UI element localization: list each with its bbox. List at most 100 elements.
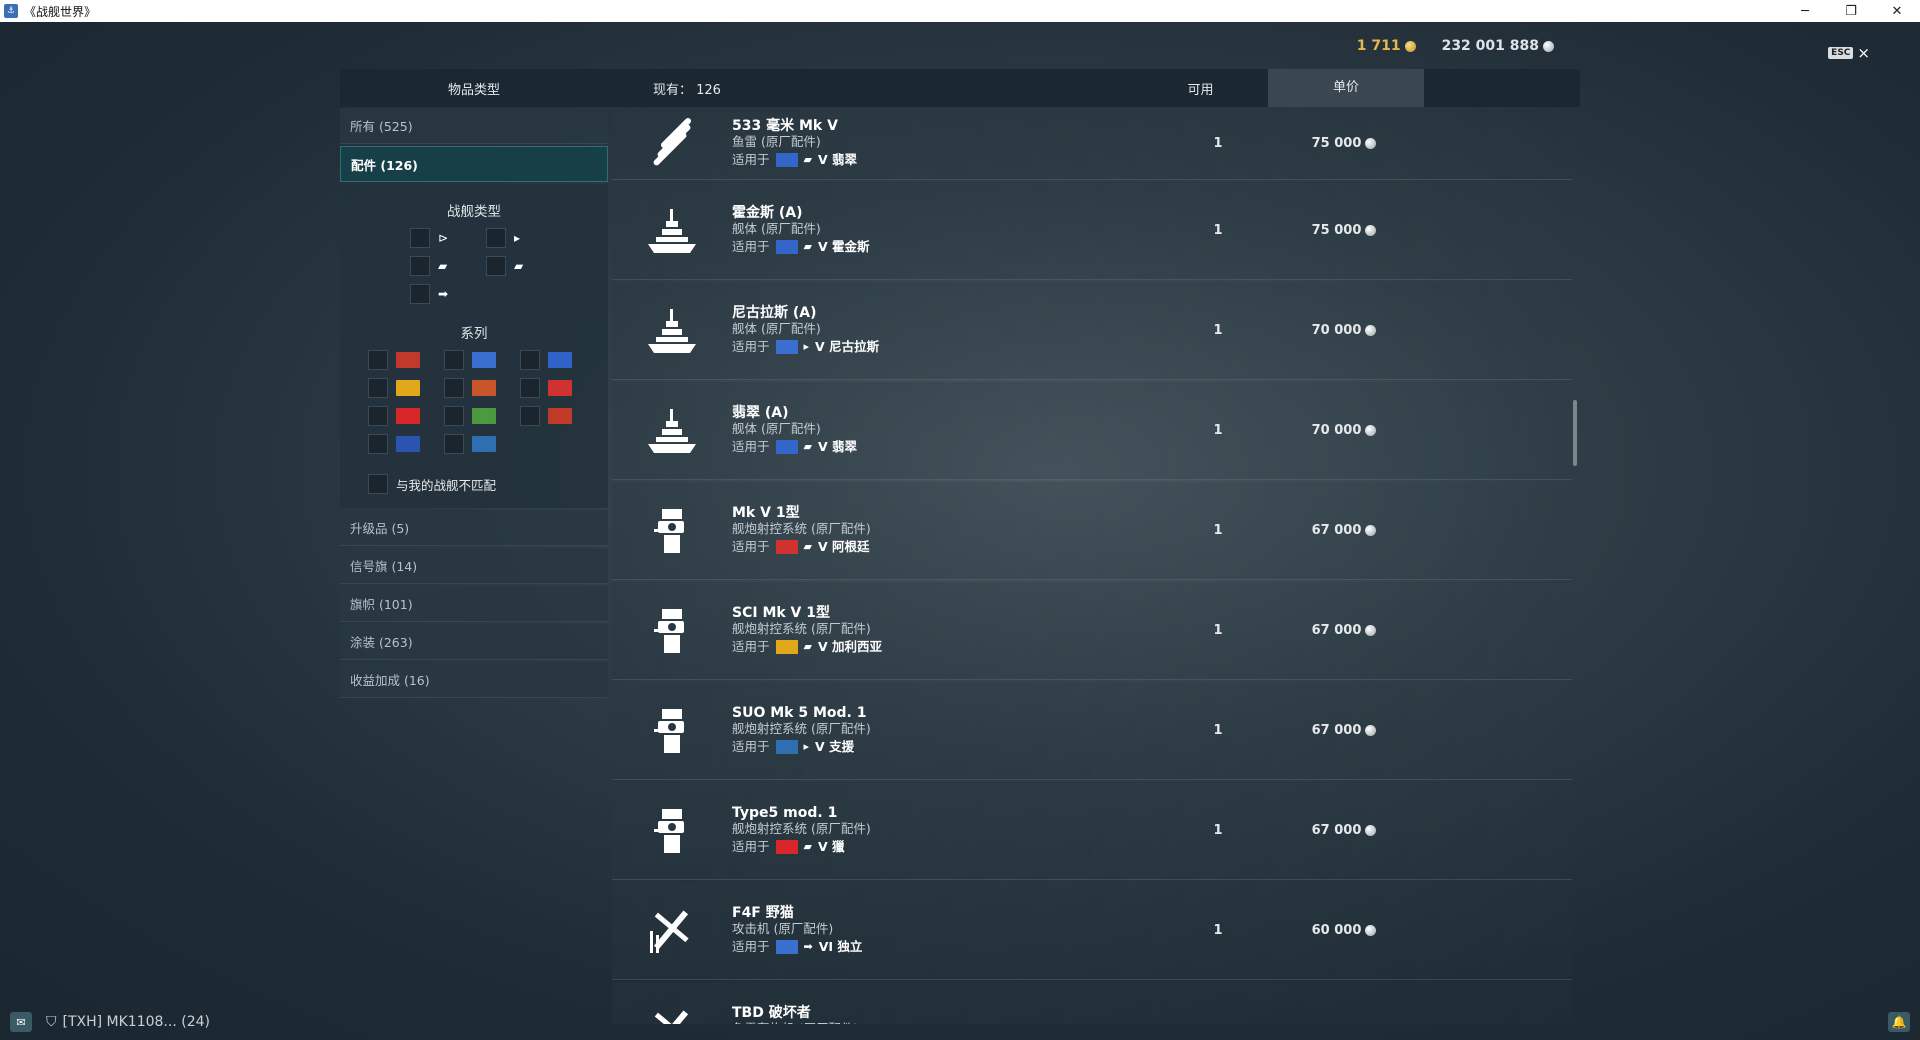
ship-class-icon: ➡ [803,939,813,953]
nation-flag-icon [775,939,798,954]
checkbox[interactable] [444,406,464,426]
item-row[interactable]: SCI Mk V 1型 舰炮射控系统 (原厂配件) 适用于 ▰ V 加利西亚 1… [612,582,1572,680]
item-row[interactable]: Type5 mod. 1 舰炮射控系统 (原厂配件) 适用于 ▰ V 獵 1 6… [612,782,1572,880]
item-category: 舰体 (原厂配件) [732,220,821,236]
category-all[interactable]: 所有 (525) [340,108,608,144]
mismatch-filter[interactable]: 与我的战舰不匹配 [368,474,608,494]
nation-flag-icon [396,352,420,368]
item-row[interactable]: Mk V 1型 舰炮射控系统 (原厂配件) 适用于 ▰ V 阿根廷 1 67 0… [612,482,1572,580]
checkbox[interactable] [444,434,464,454]
filter-carrier[interactable]: ➡ [410,284,486,304]
checkbox[interactable] [368,406,388,426]
checkbox[interactable] [486,256,506,276]
clan-info[interactable]: ⛉ [TXH] MK1108... (24) [46,1014,210,1030]
notification-bell-icon[interactable]: 🔔 [1888,1012,1910,1032]
category-signals[interactable]: 信号旗 (14) [340,548,608,584]
item-price: 70 000 [1244,423,1444,438]
category-upgrades[interactable]: 升级品 (5) [340,510,608,546]
item-info: F4F 野猫 攻击机 (原厂配件) 适用于 ➡ VI 独立 [732,905,1192,957]
nation-filter[interactable] [368,434,444,454]
chat-icon[interactable]: ✉ [10,1012,32,1032]
nation-filter[interactable] [444,406,520,426]
nation-filter[interactable] [368,378,444,398]
nation-filter[interactable] [368,350,444,370]
checkbox[interactable] [520,378,540,398]
item-category: 攻击机 (原厂配件) [732,920,834,936]
item-available: 1 [1213,136,1223,151]
header-unit-price[interactable]: 单价 [1268,69,1424,107]
item-price: 67 000 [1244,823,1444,838]
applies-label: 适用于 [732,938,770,954]
item-row[interactable]: SUO Mk 5 Mod. 1 舰炮射控系统 (原厂配件) 适用于 ▸ V 支援… [612,682,1572,780]
category-camouflage[interactable]: 涂装 (263) [340,624,608,660]
close-icon[interactable]: × [1857,44,1870,62]
nation-filter[interactable] [444,378,520,398]
item-name: SUO Mk 5 Mod. 1 [732,704,867,721]
item-applies: 适用于 ▰ V 加利西亚 [732,637,1192,657]
nation-filter[interactable] [520,378,596,398]
checkbox[interactable] [368,434,388,454]
item-name: 翡翠 (A) [732,404,789,421]
item-applies: 适用于 ▸ V 支援 [732,737,1192,757]
nation-filter[interactable] [520,406,596,426]
nation-filter[interactable] [444,434,520,454]
header-available[interactable]: 可用 [1028,79,1268,98]
item-row[interactable]: 533 毫米 Mk V 鱼雷 (原厂配件) 适用于 ▰ V 翡翠 1 75 00… [612,108,1572,180]
nation-flag-icon [775,739,798,754]
item-row[interactable]: 尼古拉斯 (A) 舰体 (原厂配件) 适用于 ▸ V 尼古拉斯 1 70 000 [612,282,1572,380]
checkbox[interactable] [486,228,506,248]
item-row[interactable]: 霍金斯 (A) 舰体 (原厂配件) 适用于 ▰ V 霍金斯 1 75 000 [612,182,1572,280]
clan-label: [TXH] MK1108... (24) [62,1014,210,1030]
category-flags[interactable]: 旗帜 (101) [340,586,608,622]
doubloon-icon [1404,40,1416,52]
item-name: TBD 破坏者 [732,1004,811,1021]
battleship-icon: ▰ [438,259,448,273]
item-name: 霍金斯 (A) [732,204,803,221]
aircraft-icon [612,903,732,959]
category-modules[interactable]: 配件 (126) [340,146,608,182]
minimize-button[interactable]: ─ [1782,0,1828,22]
item-row[interactable]: F4F 野猫 攻击机 (原厂配件) 适用于 ➡ VI 独立 1 60 000 [612,882,1572,980]
price-value: 75 000 [1311,223,1362,238]
credit-icon [1365,725,1377,736]
checkbox[interactable] [368,378,388,398]
esc-close[interactable]: ESC × [1828,44,1870,62]
checkbox[interactable] [520,406,540,426]
mismatch-checkbox[interactable] [368,474,388,494]
item-name: Mk V 1型 [732,504,800,521]
filter-battleship[interactable]: ▰ [410,256,486,276]
checkbox[interactable] [444,378,464,398]
item-applies: 适用于 ➡ VI 独立 [732,937,1192,957]
mismatch-label: 与我的战舰不匹配 [396,477,497,493]
filter-cruiser[interactable]: ▸ [486,228,562,248]
ship-class-icon: ▰ [803,439,812,453]
nation-filter[interactable] [444,350,520,370]
credit-icon [1365,825,1377,836]
applies-label: 适用于 [732,738,770,754]
checkbox[interactable] [520,350,540,370]
category-boosters[interactable]: 收益加成 (16) [340,662,608,698]
nation-filter[interactable] [520,350,596,370]
checkbox[interactable] [444,350,464,370]
nation-filter[interactable] [368,406,444,426]
ship-type-title: 战舰类型 [447,204,501,220]
checkbox[interactable] [410,284,430,304]
checkbox[interactable] [410,256,430,276]
ship-name: V 阿根廷 [817,538,870,554]
item-name: 533 毫米 Mk V [732,117,838,134]
list-scrollbar[interactable] [1573,400,1577,466]
item-info: SCI Mk V 1型 舰炮射控系统 (原厂配件) 适用于 ▰ V 加利西亚 [732,605,1192,657]
item-name: F4F 野猫 [732,904,794,921]
filter-submarine[interactable]: ▰ [486,256,562,276]
checkbox[interactable] [410,228,430,248]
window-controls: ─ ❐ ✕ [1782,0,1920,22]
item-row[interactable]: TBD 破坏者 鱼雷轰炸机 (原厂配件) 适用于 ➡ [612,982,1572,1024]
item-row[interactable]: 翡翠 (A) 舰体 (原厂配件) 适用于 ▰ V 翡翠 1 70 000 [612,382,1572,480]
restore-button[interactable]: ❐ [1828,0,1874,22]
price-value: 67 000 [1311,823,1362,838]
ship-class-icon: ▰ [803,539,812,553]
filter-destroyer[interactable]: ⊳ [410,228,486,248]
checkbox[interactable] [368,350,388,370]
applies-label: 适用于 [732,238,770,254]
window-close-button[interactable]: ✕ [1874,0,1920,22]
